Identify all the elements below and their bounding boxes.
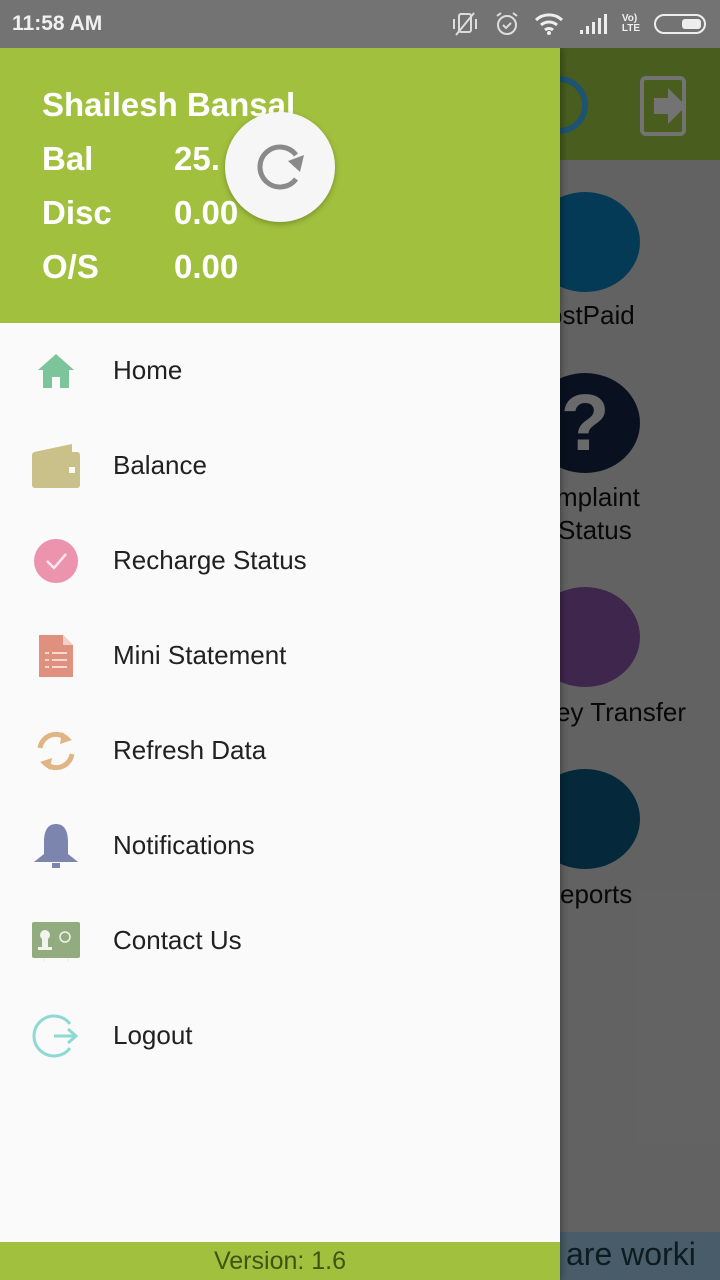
menu-item-label: Refresh Data — [113, 735, 267, 765]
app-version: Version: 1.6 — [213, 1246, 347, 1275]
sync-icon — [32, 727, 80, 775]
status-time: 11:58 AM — [12, 12, 103, 35]
menu-item-recharge-status[interactable]: Recharge Status — [0, 513, 560, 608]
stat-balance: Bal 25. — [42, 140, 220, 178]
stat-label: Disc — [42, 194, 112, 231]
contact-card-icon — [32, 917, 80, 965]
logout-icon — [32, 1012, 80, 1060]
drawer-footer: Version: 1.6 — [0, 1242, 560, 1280]
signal-icon — [578, 13, 608, 35]
wallet-icon — [32, 442, 80, 490]
wifi-icon — [534, 12, 564, 36]
check-circle-icon — [32, 537, 80, 585]
navigation-drawer: Shailesh Bansal Bal 25. Disc 0.00 O/S 0.… — [0, 48, 560, 1280]
stat-value: 25. — [174, 140, 220, 177]
vibrate-off-icon — [450, 11, 480, 37]
menu-item-label: Notifications — [113, 830, 255, 860]
volte-icon: Vo) LTE — [621, 13, 640, 34]
refresh-icon — [257, 144, 304, 190]
menu-item-logout[interactable]: Logout — [0, 988, 560, 1083]
menu-item-label: Contact Us — [113, 925, 242, 955]
stat-value: 0.00 — [174, 194, 239, 231]
menu-item-label: Recharge Status — [113, 545, 307, 575]
drawer-header: Shailesh Bansal Bal 25. Disc 0.00 O/S 0.… — [0, 48, 560, 323]
menu-item-label: Balance — [113, 450, 207, 480]
stat-label: O/S — [42, 248, 99, 285]
home-icon — [32, 347, 80, 395]
alarm-icon — [494, 11, 520, 37]
refresh-balance-button[interactable] — [225, 112, 335, 222]
menu-item-contact-us[interactable]: Contact Us — [0, 893, 560, 988]
menu-item-label: Logout — [113, 1020, 193, 1050]
status-bar: 11:58 AM Vo) LTE — [0, 0, 720, 48]
menu-item-label: Home — [113, 355, 183, 385]
menu-item-refresh-data[interactable]: Refresh Data — [0, 703, 560, 798]
menu-item-label: Mini Statement — [113, 640, 287, 670]
menu-item-mini-statement[interactable]: Mini Statement — [0, 608, 560, 703]
stat-outstanding: O/S 0.00 — [42, 248, 238, 286]
bell-icon — [32, 822, 80, 870]
stat-value: 0.00 — [174, 248, 239, 285]
menu-item-balance[interactable]: Balance — [0, 418, 560, 513]
battery-icon — [654, 13, 708, 35]
stat-label: Bal — [42, 140, 94, 177]
document-icon — [32, 632, 80, 680]
drawer-menu: Home Balance Recharge Status Mini Statem… — [0, 323, 560, 1083]
stat-discount: Disc 0.00 — [42, 194, 238, 232]
menu-item-home[interactable]: Home — [0, 323, 560, 418]
menu-item-notifications[interactable]: Notifications — [0, 798, 560, 893]
